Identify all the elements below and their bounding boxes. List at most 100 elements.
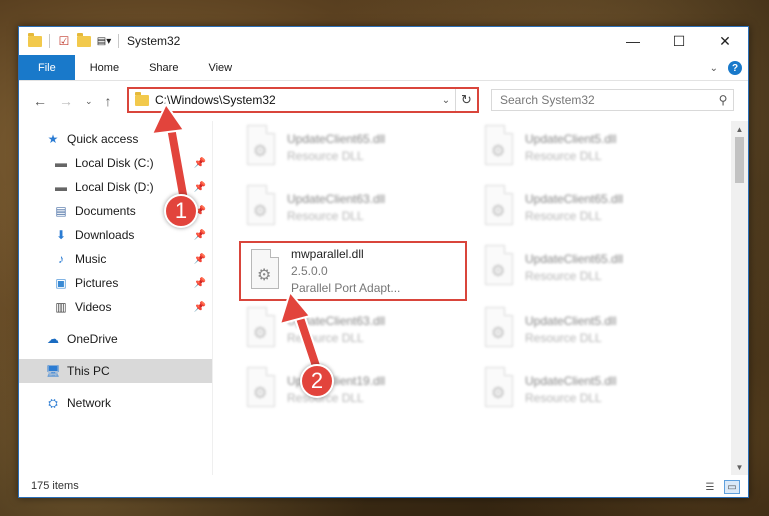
details-view-icon[interactable]: ☰ [702, 480, 718, 494]
sidebar-item-label: Music [75, 252, 107, 266]
search-icon[interactable]: ⚲ [713, 93, 733, 107]
folder-icon [135, 91, 149, 106]
sidebar-item-label: Local Disk (D:) [75, 180, 154, 194]
sidebar-item-label: Local Disk (C:) [75, 156, 154, 170]
window-controls: — ☐ ✕ [610, 27, 748, 55]
tab-share[interactable]: Share [134, 55, 193, 80]
list-item[interactable]: ⚙ UpdateClient63.dll Resource DLL [237, 181, 457, 233]
address-row: ← → ⌄ ↑ C:\Windows\System32 ⌄ ↻ Search S… [19, 81, 748, 121]
list-item[interactable]: ⚙ UpdateClient63.dll Resource DLL [237, 303, 457, 355]
download-icon: ⬇ [55, 228, 67, 242]
toolbar-divider [49, 34, 50, 48]
dll-file-icon: ⚙ [481, 367, 517, 411]
ribbon-tabs: File Home Share View ⌄ ? [19, 55, 748, 81]
file-description: Resource DLL [525, 390, 602, 405]
pin-icon[interactable]: 📌 [194, 158, 206, 169]
list-item[interactable]: ⚙ UpdateClient65.dll Resource DLL [475, 181, 695, 233]
title-bar: ☑ ▤▾ System32 — ☐ ✕ [19, 27, 748, 55]
file-description: Parallel Port Adapt... [291, 281, 401, 295]
back-arrow-icon[interactable]: ← [33, 93, 47, 109]
list-item[interactable]: ⚙ UpdateClient5.dll Resource DLL [475, 363, 695, 415]
video-icon: ▥ [55, 300, 67, 314]
tiles-view-icon[interactable]: ▭ [724, 480, 740, 494]
search-box[interactable]: Search System32 ⚲ [491, 89, 734, 111]
file-name: UpdateClient65.dll [525, 191, 624, 206]
forward-arrow-icon[interactable]: → [59, 93, 73, 109]
dll-file-icon: ⚙ [243, 185, 279, 229]
sidebar-item-quick-access[interactable]: ★ Quick access [19, 127, 212, 151]
customize-toolbar-icon[interactable]: ▤▾ [96, 33, 112, 49]
vertical-scrollbar[interactable]: ▲ ▼ [731, 121, 748, 475]
sidebar-item-label: Downloads [75, 228, 135, 242]
file-description: Resource DLL [287, 148, 364, 163]
sidebar-item-local-disk-c[interactable]: ▬ Local Disk (C:) 📌 [19, 151, 212, 175]
highlighted-file-tile[interactable]: ⚙ mwparallel.dll 2.5.0.0 Parallel Port A… [239, 241, 467, 301]
list-item[interactable]: ⚙ UpdateClient5.dll Resource DLL [475, 303, 695, 355]
chevron-down-icon[interactable]: ⌄ [710, 63, 718, 74]
pin-icon[interactable]: 📌 [194, 182, 206, 193]
sidebar-item-label: Quick access [67, 132, 139, 146]
view-toggle: ☰ ▭ [702, 480, 740, 494]
tab-view[interactable]: View [193, 55, 247, 80]
properties-icon[interactable]: ☑ [56, 33, 72, 49]
sidebar-item-this-pc[interactable]: 🖥 This PC [19, 359, 212, 383]
pin-icon[interactable]: 📌 [194, 254, 206, 265]
sidebar-item-music[interactable]: ♪ Music 📌 [19, 247, 212, 271]
sidebar-item-videos[interactable]: ▥ Videos 📌 [19, 295, 212, 319]
navigation-buttons: ← → ⌄ ↑ [19, 93, 127, 109]
sidebar-item-network[interactable]: ⛭ Network [19, 391, 212, 415]
new-folder-icon[interactable] [76, 32, 92, 49]
minimize-button[interactable]: — [610, 27, 656, 55]
file-description: Resource DLL [287, 390, 364, 405]
list-item[interactable]: ⚙ UpdateClient19.dll Resource DLL [237, 363, 457, 415]
search-input[interactable]: Search System32 [500, 93, 713, 107]
sidebar-item-onedrive[interactable]: ☁ OneDrive [19, 327, 212, 351]
sidebar-item-label: This PC [67, 364, 110, 378]
computer-icon: 🖥 [45, 364, 61, 378]
help-icon[interactable]: ? [728, 61, 742, 75]
file-name: UpdateClient65.dll [525, 251, 624, 266]
file-description: Resource DLL [525, 268, 602, 283]
dll-file-icon: ⚙ [247, 249, 283, 293]
step-badge-2: 2 [300, 364, 334, 398]
tab-file[interactable]: File [19, 55, 75, 80]
scroll-up-icon[interactable]: ▲ [731, 121, 748, 137]
recent-locations-chevron-icon[interactable]: ⌄ [85, 96, 93, 107]
list-item[interactable]: ⚙ UpdateClient5.dll Resource DLL [475, 121, 695, 173]
pin-icon[interactable]: 📌 [194, 302, 206, 313]
address-path[interactable]: C:\Windows\System32 [155, 93, 437, 107]
pin-icon[interactable]: 📌 [194, 278, 206, 289]
picture-icon: ▣ [55, 276, 67, 290]
close-button[interactable]: ✕ [702, 27, 748, 55]
pin-icon[interactable]: 📌 [194, 230, 206, 241]
address-dropdown-icon[interactable]: ⌄ [437, 95, 455, 106]
cloud-icon: ☁ [47, 332, 59, 346]
file-list: ⚙ UpdateClient65.dll Resource DLL ⚙ Updat… [213, 121, 748, 475]
file-name: UpdateClient5.dll [525, 131, 617, 146]
list-item[interactable]: ⚙ UpdateClient65.dll Resource DLL [237, 121, 457, 173]
list-item[interactable]: ⚙ UpdateClient65.dll Resource DLL [475, 241, 695, 293]
refresh-icon[interactable]: ↻ [455, 89, 477, 111]
sidebar-item-label: Pictures [75, 276, 119, 290]
file-name: UpdateClient65.dll [287, 131, 386, 146]
step-badge-1: 1 [164, 194, 198, 228]
sidebar-item-pictures[interactable]: ▣ Pictures 📌 [19, 271, 212, 295]
file-name: UpdateClient63.dll [287, 313, 386, 328]
dll-file-icon: ⚙ [481, 307, 517, 351]
maximize-button[interactable]: ☐ [656, 27, 702, 55]
file-description: Resource DLL [525, 148, 602, 163]
network-icon: ⛭ [48, 395, 58, 410]
explorer-body: ★ Quick access ▬ Local Disk (C:) 📌 ▬ Loc… [19, 121, 748, 475]
up-arrow-icon[interactable]: ↑ [105, 93, 112, 109]
quick-access-toolbar: ☑ ▤▾ [19, 27, 121, 55]
sidebar-item-label: Documents [75, 204, 136, 218]
scrollbar-thumb[interactable] [735, 137, 744, 183]
file-name: UpdateClient63.dll [287, 191, 386, 206]
scroll-down-icon[interactable]: ▼ [731, 459, 748, 475]
tab-home[interactable]: Home [75, 55, 134, 80]
status-bar: 175 items ☰ ▭ [19, 475, 748, 497]
address-bar[interactable]: C:\Windows\System32 ⌄ ↻ [127, 87, 479, 113]
